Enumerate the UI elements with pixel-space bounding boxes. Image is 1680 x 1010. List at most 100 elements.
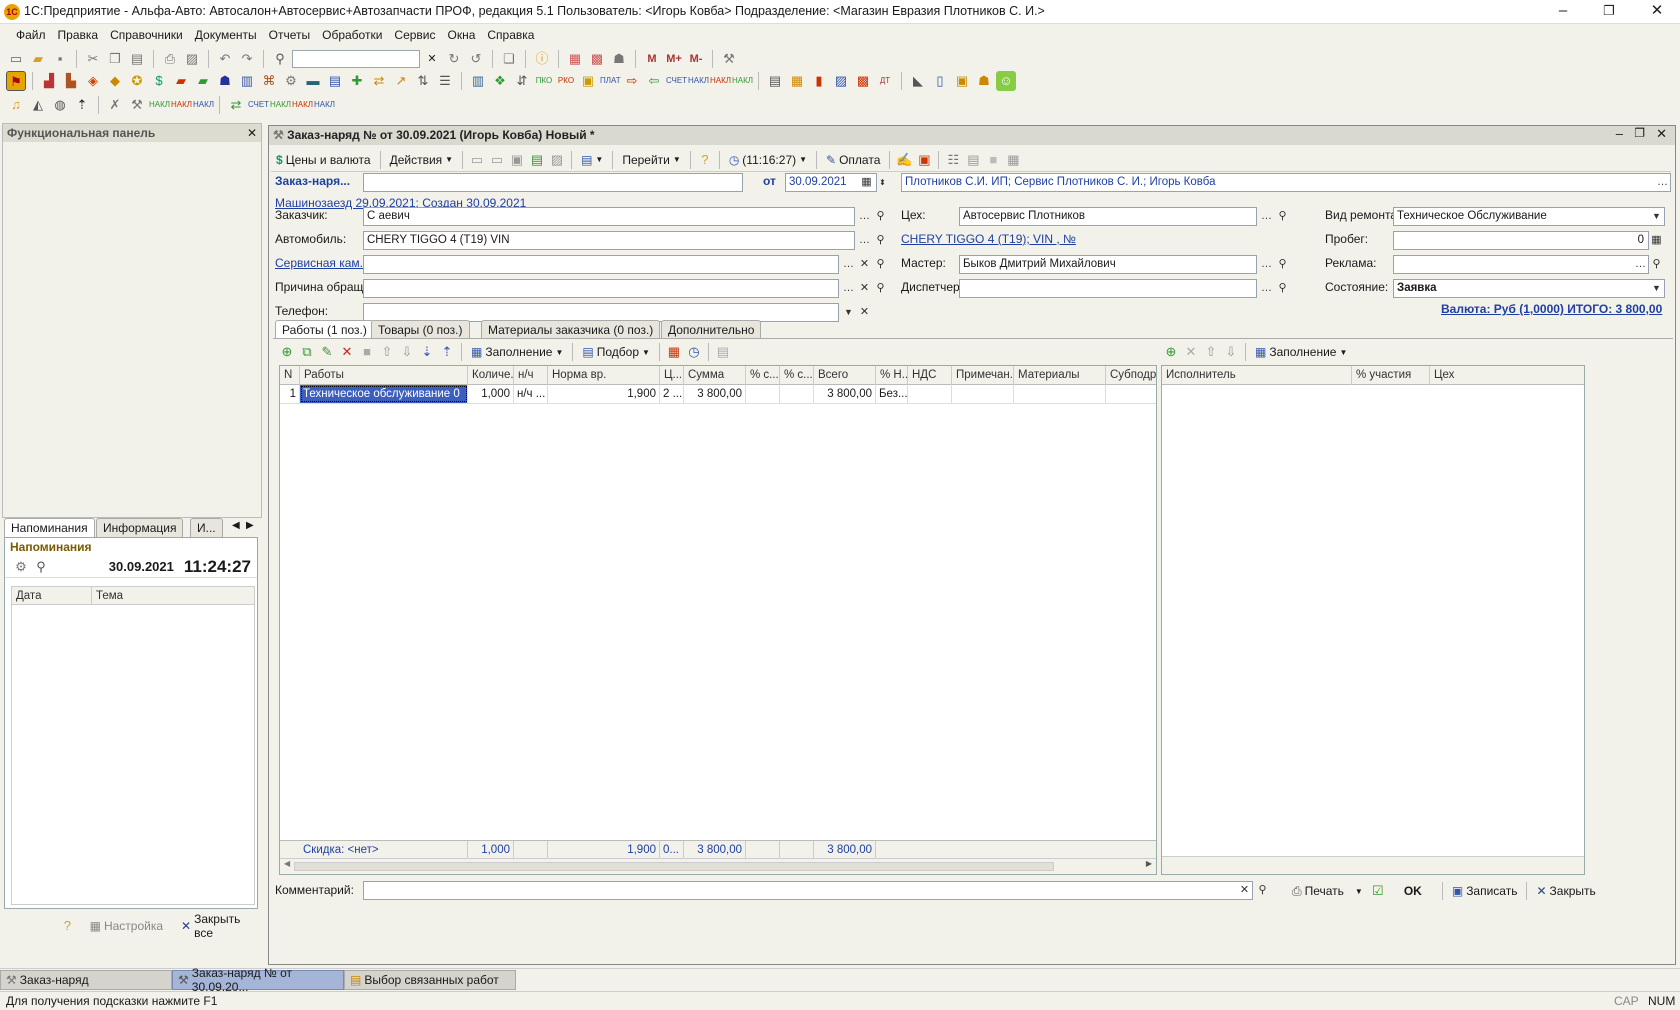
campaign-clear-icon[interactable]: ✕ bbox=[857, 256, 872, 273]
money-icon[interactable]: $ bbox=[149, 71, 169, 91]
post-icon[interactable]: ▭ bbox=[467, 150, 487, 170]
calculator-icon[interactable]: ▦ bbox=[565, 49, 585, 69]
reminders-list[interactable] bbox=[11, 605, 255, 905]
function-panel-icon[interactable]: ⚑ bbox=[6, 71, 26, 91]
nakl-e-icon[interactable]: НАКЛ bbox=[292, 95, 313, 115]
tab-scroll-left-icon[interactable]: ◀ bbox=[232, 520, 240, 531]
col-disc2[interactable]: % с... bbox=[780, 366, 814, 385]
col-note[interactable]: Примечан... bbox=[952, 366, 1014, 385]
move-up-icon[interactable]: ⇧ bbox=[377, 342, 397, 362]
edit-row-icon[interactable]: ✎ bbox=[317, 342, 337, 362]
col-price[interactable]: Ц... bbox=[660, 366, 684, 385]
menu-windows[interactable]: Окна bbox=[442, 24, 482, 46]
print-icon[interactable]: ⎙ bbox=[160, 49, 180, 69]
redo-icon[interactable]: ↷ bbox=[237, 49, 257, 69]
dispatcher-select-icon[interactable]: … bbox=[1259, 280, 1274, 297]
search-icon[interactable]: ⚲ bbox=[270, 49, 290, 69]
exchange-icon[interactable]: ⇄ bbox=[226, 95, 246, 115]
dispatcher-input[interactable] bbox=[959, 279, 1257, 298]
find-next-icon[interactable]: ↻ bbox=[444, 49, 464, 69]
col-shop[interactable]: Цех bbox=[1430, 366, 1584, 385]
car-info-link[interactable]: CHERY TIGGO 4 (T19); VIN , № bbox=[901, 230, 1076, 248]
pick-button[interactable]: ▤ Подбор ▼ bbox=[577, 342, 655, 362]
time-button[interactable]: ◷ (11:16:27) ▼ bbox=[724, 150, 812, 170]
sign-icon[interactable]: ✍ bbox=[894, 150, 914, 170]
col-qty[interactable]: Количе... bbox=[468, 366, 514, 385]
customer-search-icon[interactable]: ⚲ bbox=[873, 208, 888, 225]
open-book-icon[interactable]: ▯ bbox=[930, 71, 950, 91]
cell-qty[interactable]: 1,000 bbox=[468, 385, 514, 403]
rko-icon[interactable]: РКО bbox=[556, 71, 576, 91]
car-icon[interactable]: ◈ bbox=[83, 71, 103, 91]
related-button[interactable]: ▤ ▼ bbox=[576, 150, 608, 170]
mileage-input[interactable]: 0 bbox=[1393, 231, 1649, 250]
waybill3-icon[interactable]: НАКЛ bbox=[732, 71, 753, 91]
chart-line-icon[interactable]: ↗ bbox=[391, 71, 411, 91]
car-select-icon[interactable]: … bbox=[857, 232, 872, 249]
works-hscrollbar[interactable]: ◀ ▶ bbox=[280, 859, 1156, 874]
arrow-in-icon[interactable]: ⇨ bbox=[622, 71, 642, 91]
doc-restore-icon[interactable]: ❐ bbox=[1634, 126, 1645, 140]
list-icon[interactable]: ☰ bbox=[435, 71, 455, 91]
unpost-icon[interactable]: ▭ bbox=[487, 150, 507, 170]
menu-reports[interactable]: Отчеты bbox=[263, 24, 316, 46]
phone-clear-icon[interactable]: ✕ bbox=[857, 304, 872, 321]
col-sum[interactable]: Сумма bbox=[684, 366, 746, 385]
report-icon[interactable]: ▤ bbox=[765, 71, 785, 91]
comment-clear-icon[interactable]: ✕ bbox=[1237, 882, 1252, 899]
comment-input[interactable] bbox=[363, 881, 1253, 900]
master-select-icon[interactable]: … bbox=[1259, 256, 1274, 273]
report2-icon[interactable]: ▦ bbox=[787, 71, 807, 91]
monitor-icon[interactable]: ▬ bbox=[303, 71, 323, 91]
col-topic[interactable]: Тема bbox=[92, 587, 256, 606]
task-select-works[interactable]: ▤ Выбор связанных работ bbox=[344, 969, 516, 990]
tab-other[interactable]: И... bbox=[190, 518, 223, 537]
customer-select-icon[interactable]: … bbox=[857, 208, 872, 225]
users-icon[interactable]: ☗ bbox=[609, 49, 629, 69]
schet-icon[interactable]: СЧЕТ bbox=[248, 95, 269, 115]
windows-icon[interactable]: ❏ bbox=[499, 49, 519, 69]
settings-gear-icon[interactable]: ⚙ bbox=[281, 71, 301, 91]
reason-input[interactable] bbox=[363, 279, 839, 298]
menu-service[interactable]: Сервис bbox=[388, 24, 441, 46]
plus-doc-icon[interactable]: ✚ bbox=[347, 71, 367, 91]
payments-icon[interactable]: ❖ bbox=[490, 71, 510, 91]
save-button[interactable]: ▣ Записать bbox=[1447, 881, 1523, 901]
dt-kt-icon[interactable]: ДТ bbox=[875, 71, 895, 91]
find-prev-icon[interactable]: ↺ bbox=[466, 49, 486, 69]
state-dropdown-icon[interactable]: ▼ bbox=[1649, 280, 1664, 297]
task-work-order-active[interactable]: ⚒ Заказ-наряд № от 30.09.20... bbox=[172, 966, 344, 994]
books-icon[interactable]: ▥ bbox=[468, 71, 488, 91]
bell-icon[interactable]: ♫ bbox=[6, 95, 26, 115]
minimize-icon[interactable]: – bbox=[1540, 0, 1586, 24]
tab-reminders[interactable]: Напоминания bbox=[4, 518, 95, 537]
building-icon[interactable]: ▥ bbox=[237, 71, 257, 91]
menu-documents[interactable]: Документы bbox=[189, 24, 263, 46]
new-icon[interactable]: ▭ bbox=[6, 49, 26, 69]
campaign-search-icon[interactable]: ⚲ bbox=[873, 256, 888, 273]
exec-add-icon[interactable]: ⊕ bbox=[1161, 342, 1181, 362]
open-icon[interactable]: ▰ bbox=[28, 49, 48, 69]
tree-icon[interactable]: ☷ bbox=[943, 150, 963, 170]
invoice-icon[interactable]: СЧЕТ bbox=[666, 71, 687, 91]
nakl-b-icon[interactable]: НАКЛ bbox=[171, 95, 192, 115]
grey-box2-icon[interactable]: ▦ bbox=[1003, 150, 1023, 170]
cell-materials[interactable] bbox=[1014, 385, 1106, 403]
shop-input[interactable]: Автосервис Плотников bbox=[959, 207, 1257, 226]
book-red-icon[interactable]: ▰ bbox=[171, 71, 191, 91]
tab-customer-materials[interactable]: Материалы заказчика (0 поз.) bbox=[481, 320, 661, 339]
up-down-icon[interactable]: ⇵ bbox=[512, 71, 532, 91]
ok-button[interactable]: OK bbox=[1388, 881, 1438, 901]
transfer-icon[interactable]: ⇄ bbox=[369, 71, 389, 91]
customer-input[interactable]: С аевич bbox=[363, 207, 855, 226]
actions-button[interactable]: Действия ▼ bbox=[385, 150, 459, 170]
exec-delete-icon[interactable]: ✕ bbox=[1181, 342, 1201, 362]
doc-number-input[interactable] bbox=[363, 173, 743, 192]
goto-button[interactable]: Перейти ▼ bbox=[617, 150, 685, 170]
doc-minimize-icon[interactable]: – bbox=[1616, 126, 1623, 141]
exec-fill-button[interactable]: ▦ Заполнение ▼ bbox=[1250, 342, 1352, 362]
currency-total-link[interactable]: Валюта: Руб (1,0000) ИТОГО: 3 800,00 bbox=[1441, 300, 1662, 318]
move-icon[interactable]: ⇅ bbox=[413, 71, 433, 91]
close-button[interactable]: ✕ Закрыть bbox=[1531, 881, 1600, 901]
date-spin-icon[interactable]: ⬍ bbox=[875, 174, 890, 191]
